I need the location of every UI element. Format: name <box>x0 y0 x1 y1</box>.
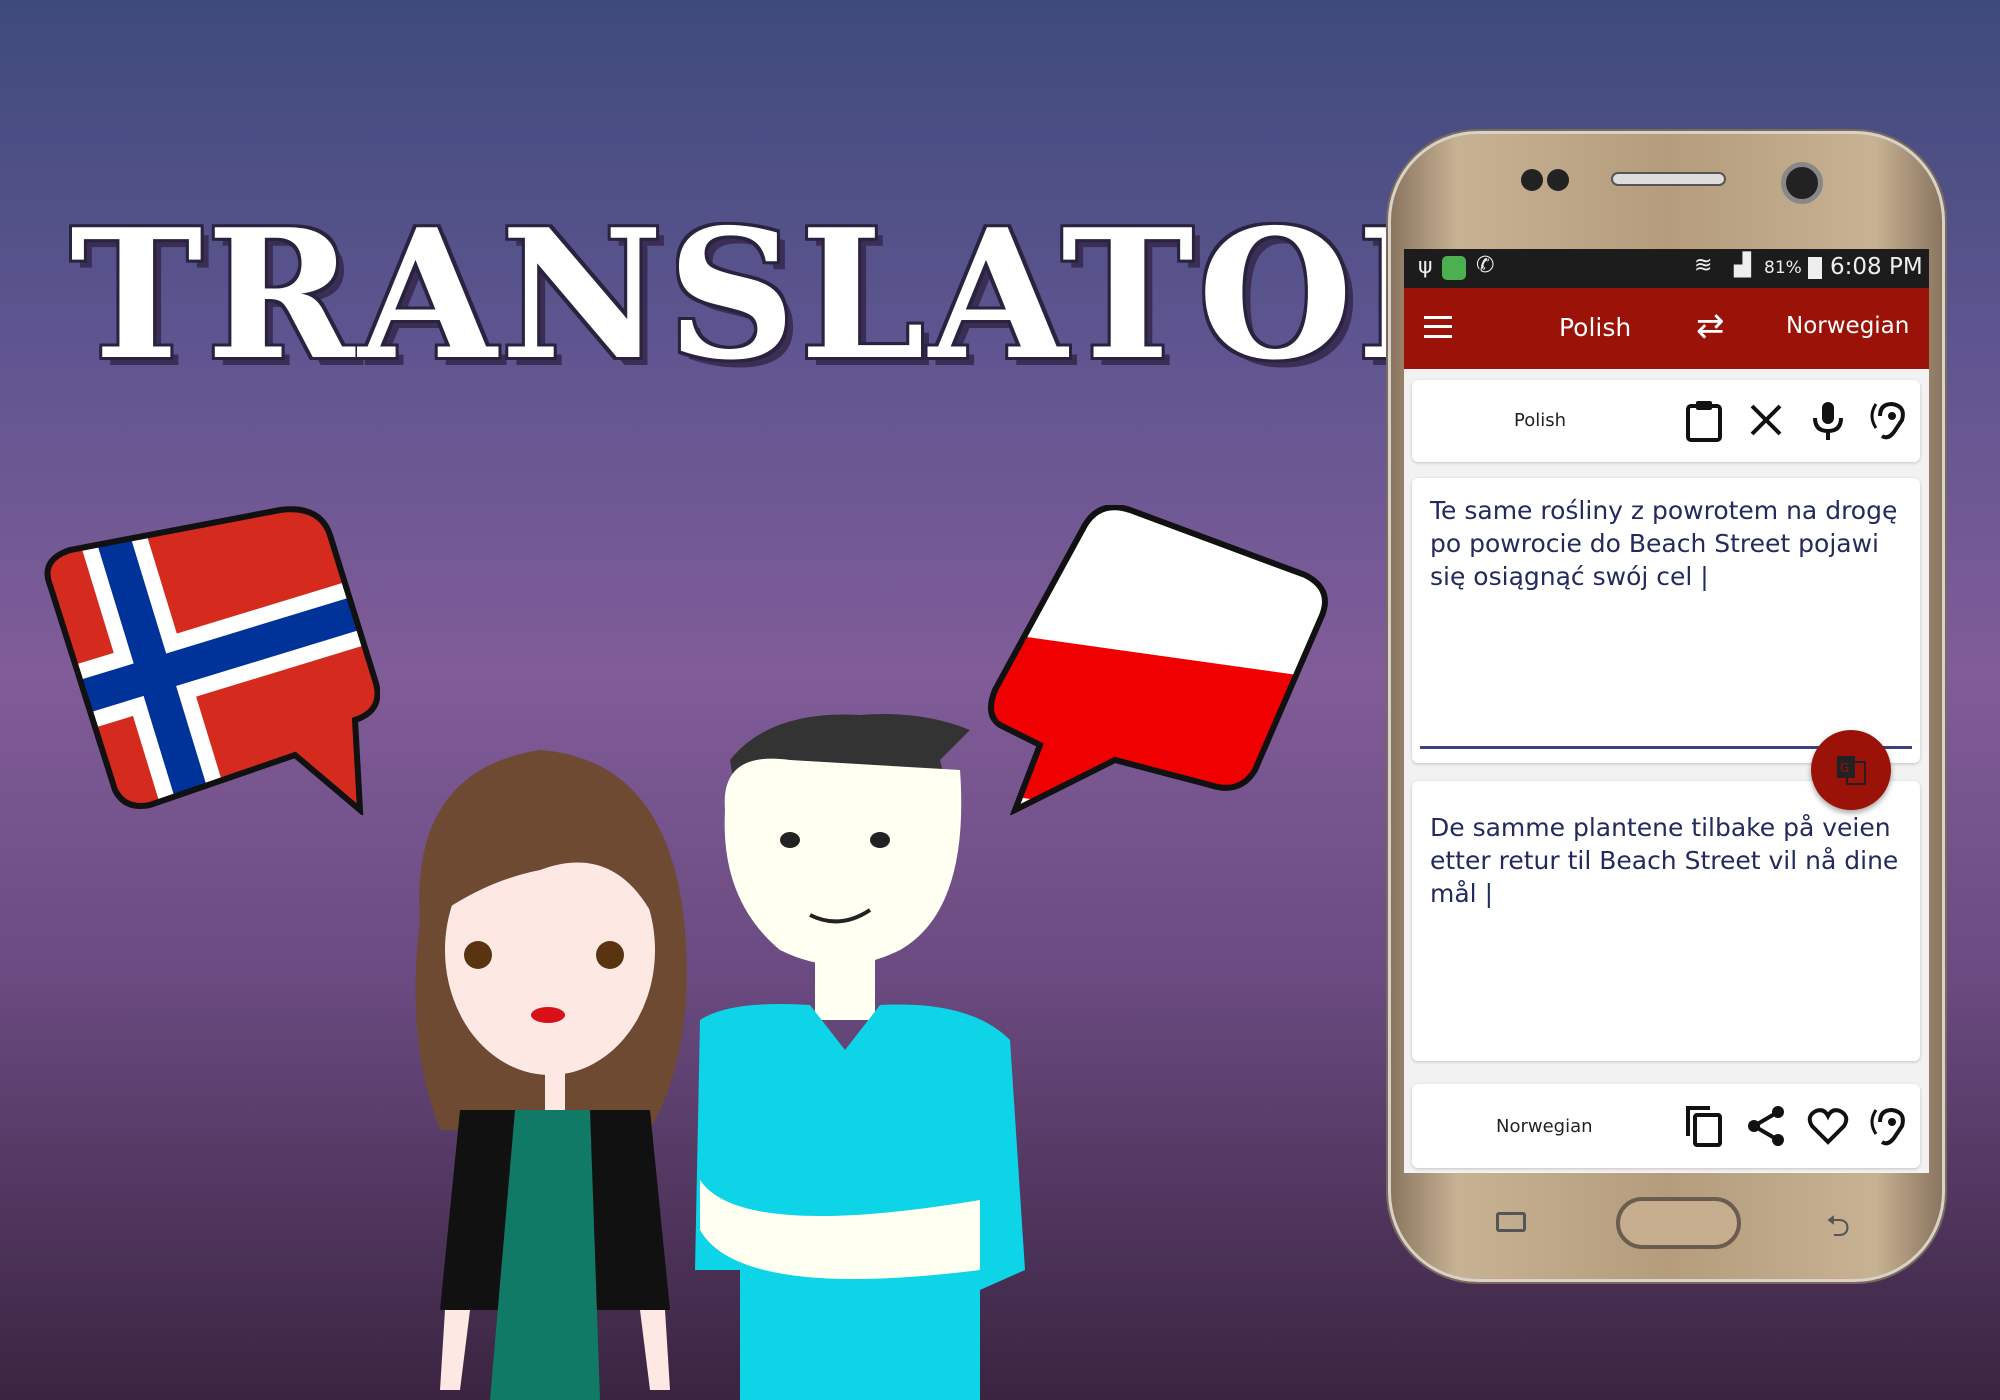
copy-icon[interactable] <box>1682 1104 1726 1148</box>
app-notification-icon <box>1442 256 1466 280</box>
status-bar: ψ ✆ ≋ ▟ 81% 6:08 PM <box>1404 249 1929 288</box>
listen-ear-icon[interactable] <box>1868 398 1912 442</box>
battery-icon <box>1808 257 1822 279</box>
svg-text:G: G <box>1840 761 1849 775</box>
source-panel: Polish <box>1412 380 1920 462</box>
clock: 6:08 PM <box>1830 254 1923 280</box>
google-translate-icon: G <box>1837 756 1866 785</box>
target-language-button[interactable]: Norwegian <box>1786 313 1909 339</box>
target-language-label: Norwegian <box>1496 1116 1593 1137</box>
norway-flag-bubble <box>44 506 380 815</box>
speaker-grille <box>1611 172 1726 186</box>
back-button[interactable]: ⮌ <box>1826 1204 1850 1255</box>
share-icon[interactable] <box>1744 1104 1788 1148</box>
woman-character <box>415 750 687 1400</box>
heart-icon[interactable] <box>1806 1104 1850 1148</box>
translate-button[interactable]: G <box>1811 730 1891 810</box>
output-card: De samme plantene tilbake på veien etter… <box>1412 781 1920 1061</box>
hamburger-icon[interactable] <box>1424 316 1452 338</box>
source-language-button[interactable]: Polish <box>1559 313 1631 342</box>
close-icon[interactable] <box>1744 398 1788 442</box>
sensors <box>1521 169 1569 191</box>
target-panel: Norwegian <box>1412 1084 1920 1168</box>
signal-icon: ▟ <box>1734 253 1751 278</box>
poland-flag-bubble <box>988 505 1328 815</box>
home-button[interactable] <box>1616 1197 1741 1249</box>
usb-icon: ψ <box>1418 254 1433 279</box>
source-text-input[interactable]: Te same rośliny z powrotem na drogę po p… <box>1430 494 1906 593</box>
front-camera <box>1781 162 1823 204</box>
banner-title: TRANSLATOR <box>70 190 1509 399</box>
listen-ear-icon[interactable] <box>1868 1104 1912 1148</box>
phone-screen: ψ ✆ ≋ ▟ 81% 6:08 PM Polish ⇄ Norwegian P… <box>1404 249 1929 1173</box>
swap-arrows-icon[interactable]: ⇄ <box>1696 306 1725 346</box>
recent-apps-button[interactable] <box>1496 1212 1526 1232</box>
clipboard-icon[interactable] <box>1682 398 1726 442</box>
source-language-label: Polish <box>1514 410 1567 431</box>
wifi-icon: ≋ <box>1694 253 1713 278</box>
translated-text: De samme plantene tilbake på veien etter… <box>1430 813 1899 908</box>
missed-call-icon: ✆ <box>1476 253 1495 278</box>
input-card[interactable]: Te same rośliny z powrotem na drogę po p… <box>1412 478 1920 763</box>
app-bar: Polish ⇄ Norwegian <box>1404 288 1929 369</box>
microphone-icon[interactable] <box>1806 398 1850 442</box>
man-character <box>695 714 1025 1400</box>
battery-percent: 81% <box>1764 258 1802 278</box>
